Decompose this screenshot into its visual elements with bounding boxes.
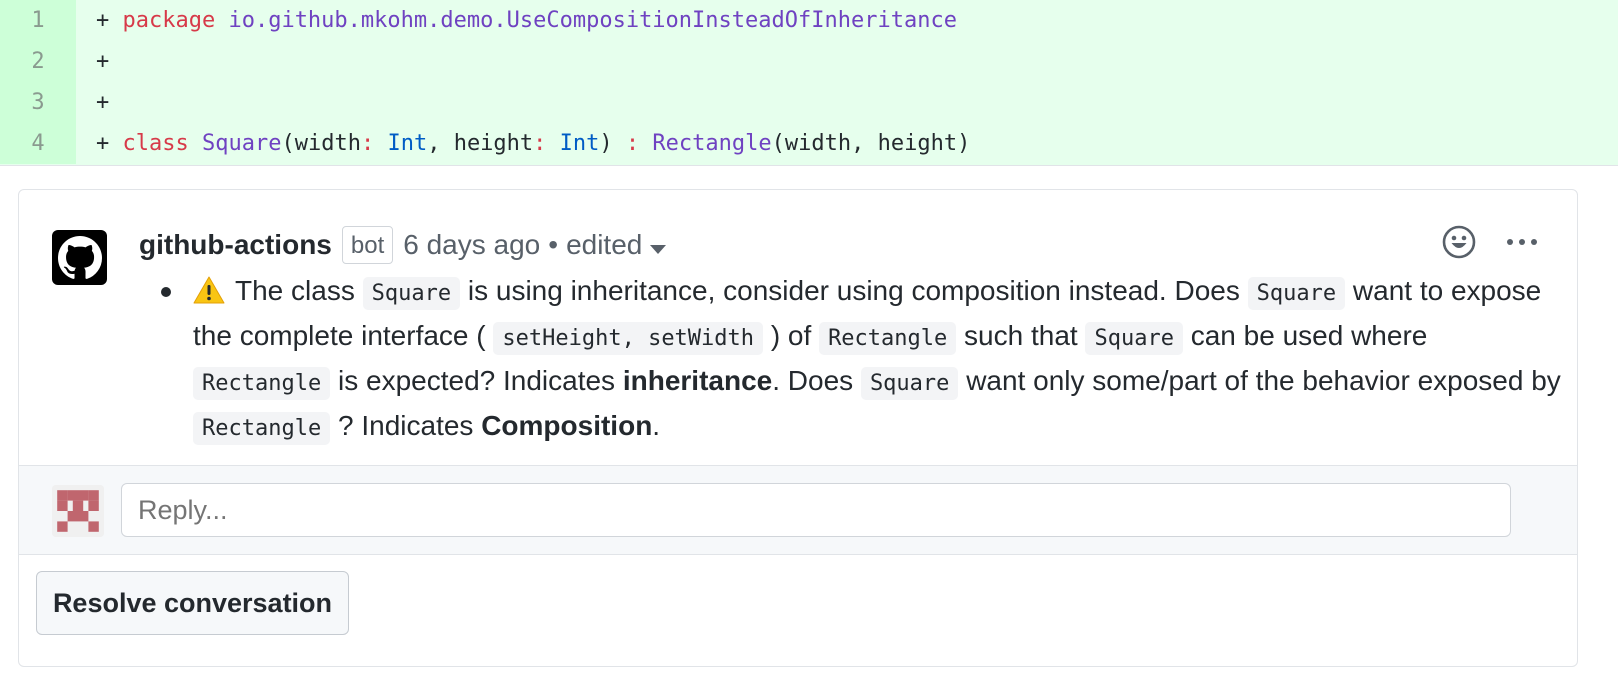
diff-line: 4 + class Square(width: Int, height: Int… <box>0 123 1618 164</box>
dot <box>1519 239 1525 245</box>
code-token: : <box>625 131 640 156</box>
diff-line: 2 + <box>0 41 1618 82</box>
line-number[interactable]: 4 <box>0 123 76 164</box>
diff-plus-marker: + <box>96 90 110 115</box>
inline-code: Rectangle <box>193 412 331 445</box>
code-token: (width, height) <box>771 131 971 156</box>
inline-code: Square <box>860 367 959 400</box>
code-line-2: + <box>76 49 109 74</box>
review-thread: github-actions bot 6 days ago • edited T… <box>18 189 1578 667</box>
inline-code: Square <box>362 277 461 310</box>
code-token: ) <box>599 131 626 156</box>
inline-code: setHeight, setWidth <box>493 322 764 355</box>
resolve-conversation-button[interactable]: Resolve conversation <box>36 571 349 635</box>
edited-dropdown[interactable]: edited <box>566 229 667 261</box>
code-token: : <box>533 131 547 156</box>
list-item: The class Square is using inheritance, c… <box>153 270 1568 450</box>
more-options-icon[interactable] <box>1507 230 1537 254</box>
code-token: : <box>360 131 375 156</box>
inline-code: Square <box>1247 277 1346 310</box>
body-text: . Does <box>772 365 861 396</box>
user-avatar[interactable] <box>52 485 104 537</box>
code-token: package <box>122 8 216 33</box>
code-token: (width <box>281 131 361 156</box>
body-text: is expected? Indicates <box>330 365 623 396</box>
code-token: Square <box>201 131 282 156</box>
body-text: ? Indicates <box>330 410 482 441</box>
body-text: is using inheritance, consider using com… <box>460 275 1248 306</box>
code-line-4: + class Square(width: Int, height: Int) … <box>76 131 970 156</box>
code-token: Int <box>559 131 600 156</box>
diff-view: 1 + package io.github.mkohm.demo.UseComp… <box>0 0 1618 166</box>
line-number[interactable]: 1 <box>0 0 76 41</box>
code-token: class <box>122 131 189 156</box>
diff-plus-marker: + <box>96 8 123 33</box>
inline-code: Square <box>1085 322 1183 355</box>
comment-list: The class Square is using inheritance, c… <box>153 270 1568 450</box>
bold-text: inheritance <box>622 365 773 396</box>
comment-header: github-actions bot 6 days ago • edited <box>139 226 667 264</box>
line-number[interactable]: 2 <box>0 41 76 82</box>
code-token: Rectangle <box>652 131 772 156</box>
line-number[interactable]: 3 <box>0 82 76 123</box>
comment-body: The class Square is using inheritance, c… <box>153 270 1568 450</box>
separator-dot: • <box>548 229 559 260</box>
reply-bar <box>19 465 1577 555</box>
code-token: , height <box>427 131 534 156</box>
dot <box>1531 239 1537 245</box>
body-text: ) of <box>763 320 820 351</box>
code-token: io.github.mkohm.demo.UseCompositionInste… <box>215 8 957 33</box>
code-token: Int <box>387 131 428 156</box>
reply-input[interactable] <box>121 483 1511 537</box>
code-line-1: + package io.github.mkohm.demo.UseCompos… <box>76 8 957 33</box>
inline-code: Rectangle <box>193 367 331 400</box>
diff-line: 1 + package io.github.mkohm.demo.UseComp… <box>0 0 1618 41</box>
chevron-down-icon <box>650 245 667 254</box>
diff-plus-marker: + <box>96 131 123 156</box>
dot <box>1507 239 1513 245</box>
code-line-3: + <box>76 90 109 115</box>
bullet <box>161 287 171 297</box>
edited-label: edited <box>566 229 643 260</box>
body-text: can be used where <box>1182 320 1428 351</box>
author-name[interactable]: github-actions <box>139 229 332 261</box>
diff-plus-marker: + <box>96 49 110 74</box>
bold-text: Composition <box>481 410 653 441</box>
body-text: such that <box>956 320 1086 351</box>
emoji-reaction-icon[interactable] <box>1442 225 1476 259</box>
body-text: The class <box>235 275 363 306</box>
inline-code: Rectangle <box>819 322 957 355</box>
body-text: . <box>652 410 661 441</box>
body-text: want only some/part of the behavior expo… <box>958 365 1561 396</box>
github-actions-avatar[interactable] <box>52 230 107 285</box>
bot-badge: bot <box>341 226 394 264</box>
warning-icon <box>193 276 225 304</box>
diff-line: 3 + <box>0 82 1618 123</box>
identicon-icon <box>52 485 104 537</box>
comment-timestamp[interactable]: 6 days ago <box>403 229 540 261</box>
github-logo-icon <box>57 235 102 279</box>
